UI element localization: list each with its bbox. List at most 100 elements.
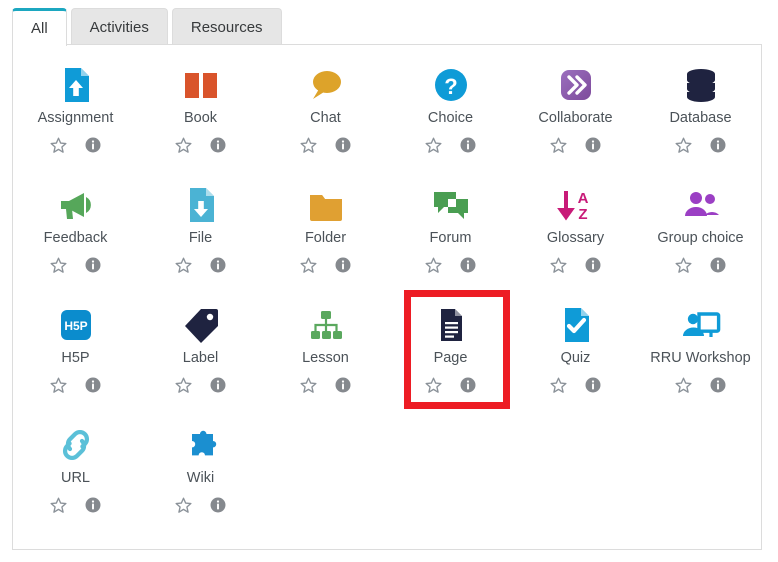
activity-item-label: Choice xyxy=(427,110,474,126)
activity-chooser-panel: Assignment Book Chat? Choice Collaborate Data… xyxy=(12,44,762,550)
activity-row: Assignment Book Chat? Choice Collaborate Data… xyxy=(13,55,763,175)
activity-item-database[interactable]: Database xyxy=(638,55,763,175)
tab-label: Resources xyxy=(190,19,263,36)
link-chain-icon[interactable] xyxy=(54,423,98,467)
file-download-icon[interactable] xyxy=(179,183,223,227)
activity-row: Feedback File Folder Forum A Z Glossary Group c… xyxy=(13,175,763,295)
activity-item-folder[interactable]: Folder xyxy=(263,175,388,295)
star-outline-icon[interactable] xyxy=(299,136,318,155)
sort-alpha-az-icon[interactable]: AZ xyxy=(554,183,598,227)
activity-item-forum[interactable]: Forum xyxy=(388,175,513,295)
info-circle-icon[interactable] xyxy=(709,376,727,394)
activity-item-actions xyxy=(299,376,352,395)
question-circle-icon[interactable]: ? xyxy=(429,63,473,107)
activity-item-actions xyxy=(674,136,727,155)
forum-bubbles-icon[interactable] xyxy=(429,183,473,227)
info-circle-icon[interactable] xyxy=(84,256,102,274)
star-outline-icon[interactable] xyxy=(424,376,443,395)
info-circle-icon[interactable] xyxy=(84,376,102,394)
activity-item-actions xyxy=(174,496,227,515)
info-circle-icon[interactable] xyxy=(209,136,227,154)
info-circle-icon[interactable] xyxy=(334,136,352,154)
activity-item-assignment[interactable]: Assignment xyxy=(13,55,138,175)
activity-item-label: File xyxy=(188,230,213,246)
info-circle-icon[interactable] xyxy=(459,136,477,154)
info-circle-icon[interactable] xyxy=(209,256,227,274)
info-circle-icon[interactable] xyxy=(209,376,227,394)
activity-item-chat[interactable]: Chat xyxy=(263,55,388,175)
activity-item-label: Assignment xyxy=(37,110,114,126)
page-document-icon[interactable] xyxy=(429,303,473,347)
quiz-check-icon[interactable] xyxy=(554,303,598,347)
chat-bubble-icon[interactable] xyxy=(304,63,348,107)
activity-item-feedback[interactable]: Feedback xyxy=(13,175,138,295)
activity-item-book[interactable]: Book xyxy=(138,55,263,175)
svg-text:A: A xyxy=(577,190,588,207)
activity-item-rru-workshop[interactable]: RRU Workshop xyxy=(638,295,763,415)
activity-item-actions xyxy=(549,136,602,155)
activity-item-file[interactable]: File xyxy=(138,175,263,295)
book-open-icon[interactable] xyxy=(179,63,223,107)
sitemap-icon[interactable] xyxy=(304,303,348,347)
activity-item-wiki[interactable]: Wiki xyxy=(138,415,263,535)
star-outline-icon[interactable] xyxy=(299,376,318,395)
users-group-icon[interactable] xyxy=(679,183,723,227)
activity-item-label: Chat xyxy=(310,110,341,126)
star-outline-icon[interactable] xyxy=(424,256,443,275)
star-outline-icon[interactable] xyxy=(674,256,693,275)
star-outline-icon[interactable] xyxy=(674,376,693,395)
workshop-presenter-icon[interactable] xyxy=(679,303,723,347)
star-outline-icon[interactable] xyxy=(549,136,568,155)
activity-item-actions xyxy=(299,256,352,275)
star-outline-icon[interactable] xyxy=(49,496,68,515)
tab-activities[interactable]: Activities xyxy=(70,8,168,46)
activity-item-lesson[interactable]: Lesson xyxy=(263,295,388,415)
info-circle-icon[interactable] xyxy=(459,256,477,274)
activity-item-actions xyxy=(424,256,477,275)
activity-item-page[interactable]: Page xyxy=(388,295,513,415)
assignment-upload-icon[interactable] xyxy=(54,63,98,107)
star-outline-icon[interactable] xyxy=(49,136,68,155)
info-circle-icon[interactable] xyxy=(584,136,602,154)
activity-item-group-choice[interactable]: Group choice xyxy=(638,175,763,295)
info-circle-icon[interactable] xyxy=(84,136,102,154)
tab-all[interactable]: All xyxy=(12,8,67,47)
folder-icon[interactable] xyxy=(304,183,348,227)
activity-item-label: Label xyxy=(182,350,219,366)
star-outline-icon[interactable] xyxy=(174,496,193,515)
activity-item-label: Forum xyxy=(429,230,472,246)
info-circle-icon[interactable] xyxy=(209,496,227,514)
star-outline-icon[interactable] xyxy=(299,256,318,275)
star-outline-icon[interactable] xyxy=(549,376,568,395)
activity-item-label[interactable]: Label xyxy=(138,295,263,415)
puzzle-piece-icon[interactable] xyxy=(179,423,223,467)
info-circle-icon[interactable] xyxy=(584,256,602,274)
star-outline-icon[interactable] xyxy=(674,136,693,155)
database-cylinder-icon[interactable] xyxy=(679,63,723,107)
activity-item-url[interactable]: URL xyxy=(13,415,138,535)
star-outline-icon[interactable] xyxy=(549,256,568,275)
info-circle-icon[interactable] xyxy=(334,256,352,274)
activity-item-quiz[interactable]: Quiz xyxy=(513,295,638,415)
activity-item-glossary[interactable]: A Z Glossary xyxy=(513,175,638,295)
info-circle-icon[interactable] xyxy=(459,376,477,394)
info-circle-icon[interactable] xyxy=(709,136,727,154)
megaphone-icon[interactable] xyxy=(54,183,98,227)
star-outline-icon[interactable] xyxy=(174,256,193,275)
activity-item-choice[interactable]: ? Choice xyxy=(388,55,513,175)
activity-item-h5p[interactable]: H5P H5P xyxy=(13,295,138,415)
info-circle-icon[interactable] xyxy=(334,376,352,394)
star-outline-icon[interactable] xyxy=(174,376,193,395)
info-circle-icon[interactable] xyxy=(84,496,102,514)
h5p-badge-icon[interactable]: H5P xyxy=(54,303,98,347)
star-outline-icon[interactable] xyxy=(49,256,68,275)
star-outline-icon[interactable] xyxy=(49,376,68,395)
activity-item-collaborate[interactable]: Collaborate xyxy=(513,55,638,175)
collaborate-chevrons-icon[interactable] xyxy=(554,63,598,107)
star-outline-icon[interactable] xyxy=(424,136,443,155)
tab-resources[interactable]: Resources xyxy=(171,8,282,46)
info-circle-icon[interactable] xyxy=(709,256,727,274)
info-circle-icon[interactable] xyxy=(584,376,602,394)
star-outline-icon[interactable] xyxy=(174,136,193,155)
tag-icon[interactable] xyxy=(179,303,223,347)
